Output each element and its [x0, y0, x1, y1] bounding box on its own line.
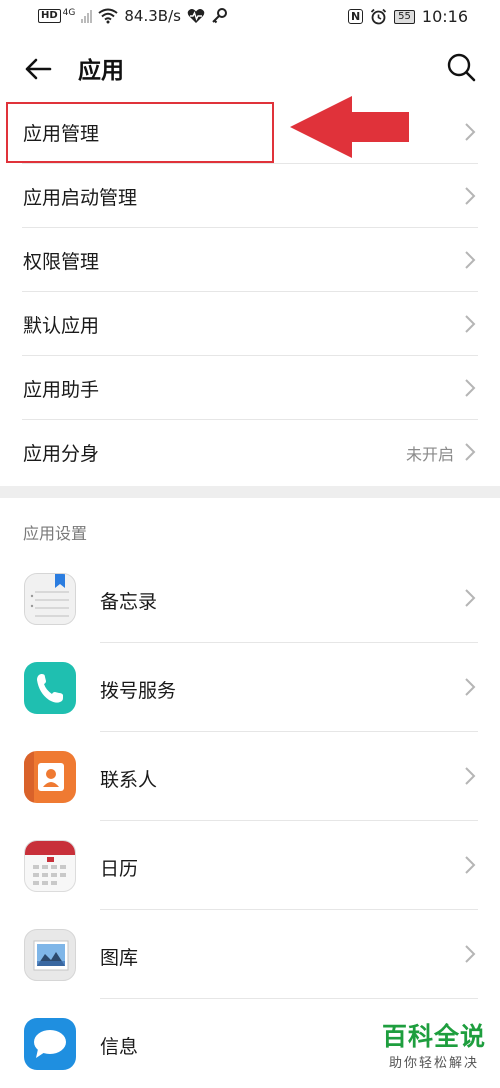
- app-bar: 应用: [0, 36, 500, 100]
- menu-item-app-launch[interactable]: 应用启动管理: [0, 164, 500, 228]
- chevron-right-icon: [465, 379, 476, 397]
- menu-item-label: 应用分身: [23, 443, 100, 465]
- page-title: 应用: [78, 58, 124, 84]
- menu-item-app-assistant[interactable]: 应用助手: [0, 356, 500, 420]
- signal-icon: [81, 9, 93, 23]
- hd-badge: HD: [38, 9, 61, 23]
- battery-icon: 55: [394, 9, 415, 24]
- app-item-label: 拨号服务: [100, 680, 177, 702]
- app-item-label: 备忘录: [100, 591, 158, 613]
- section-title: 应用设置: [23, 524, 88, 543]
- chevron-right-icon: [465, 856, 476, 874]
- red-arrow-icon: [290, 96, 409, 158]
- menu-item-label: 应用助手: [23, 379, 100, 401]
- status-right: N 55 10:16: [347, 7, 468, 26]
- chevron-right-icon: [465, 315, 476, 333]
- chevron-right-icon: [465, 767, 476, 785]
- app-item-calendar[interactable]: 日历: [0, 821, 500, 910]
- menu-item-label: 默认应用: [23, 315, 100, 337]
- heart-rate-icon: [187, 9, 205, 23]
- network-speed: 84.3B/s: [124, 7, 181, 25]
- phone-icon: [24, 662, 76, 714]
- gallery-icon: [24, 929, 76, 981]
- app-list: 备忘录 拨号服务 联系人 日历 图库 信息: [0, 554, 500, 1088]
- app-item-label: 日历: [100, 858, 139, 880]
- key-icon: [212, 8, 227, 24]
- menu-item-permissions[interactable]: 权限管理: [0, 228, 500, 292]
- app-item-label: 联系人: [100, 769, 158, 791]
- chevron-right-icon: [465, 123, 476, 141]
- app-item-gallery[interactable]: 图库: [0, 910, 500, 999]
- menu-item-app-twin[interactable]: 应用分身 未开启: [0, 420, 500, 484]
- network-type: 4G: [62, 8, 76, 18]
- status-bar: HD 4G 84.3B/s N 55 10:16: [0, 0, 500, 36]
- contacts-icon: [24, 751, 76, 803]
- search-icon[interactable]: [446, 52, 476, 82]
- watermark: 百科全说 助你轻松解决: [382, 1022, 486, 1071]
- section-separator: [0, 486, 500, 498]
- menu-item-default-apps[interactable]: 默认应用: [0, 292, 500, 356]
- app-item-label: 信息: [100, 1036, 139, 1058]
- watermark-title: 百科全说: [381, 1022, 486, 1051]
- chevron-right-icon: [465, 443, 476, 461]
- chevron-right-icon: [465, 945, 476, 963]
- status-time: 10:16: [421, 7, 468, 26]
- app-item-dialer[interactable]: 拨号服务: [0, 643, 500, 732]
- wifi-icon: [98, 8, 118, 24]
- menu-item-label: 应用启动管理: [23, 187, 138, 209]
- chevron-right-icon: [465, 678, 476, 696]
- calendar-icon: [24, 840, 76, 892]
- app-item-notepad[interactable]: 备忘录: [0, 554, 500, 643]
- back-arrow-icon[interactable]: [22, 53, 54, 85]
- notepad-icon: [24, 573, 76, 625]
- message-icon: [24, 1018, 76, 1070]
- nfc-icon: N: [347, 9, 364, 24]
- watermark-subtitle: 助你轻松解决: [388, 1056, 479, 1071]
- app-item-contacts[interactable]: 联系人: [0, 732, 500, 821]
- chevron-right-icon: [465, 187, 476, 205]
- highlight-box: [6, 102, 274, 163]
- menu-item-status: 未开启: [405, 445, 454, 464]
- chevron-right-icon: [465, 251, 476, 269]
- status-left: HD 4G 84.3B/s: [38, 7, 227, 25]
- alarm-icon: [371, 8, 387, 25]
- menu-item-label: 权限管理: [23, 251, 100, 273]
- chevron-right-icon: [465, 589, 476, 607]
- app-item-label: 图库: [100, 947, 139, 969]
